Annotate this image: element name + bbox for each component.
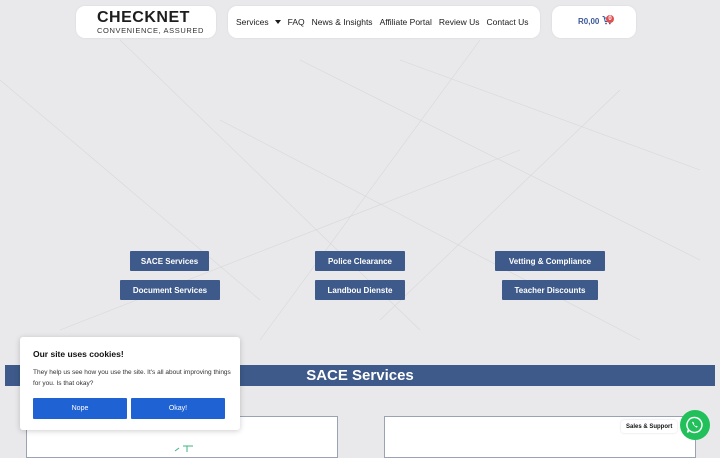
chevron-down-icon[interactable] [274,20,281,24]
landbou-dienste-button[interactable]: Landbou Dienste [315,280,405,300]
police-clearance-button[interactable]: Police Clearance [315,251,405,271]
nav-review-us[interactable]: Review Us [439,17,480,27]
main-nav: Services FAQ News & Insights Affiliate P… [228,6,540,38]
vetting-compliance-button[interactable]: Vetting & Compliance [495,251,605,271]
cart-total: R0,00 [578,17,600,26]
document-services-button[interactable]: Document Services [120,280,220,300]
nav-faq[interactable]: FAQ [288,17,305,27]
nav-contact-us[interactable]: Contact Us [486,17,528,27]
whatsapp-label[interactable]: Sales & Support [621,420,678,433]
sace-services-button[interactable]: SACE Services [130,251,209,271]
logo[interactable]: CHECKNET CONVENIENCE, ASSURED [76,6,216,38]
cookie-text: They help us see how you use the site. I… [33,369,231,387]
cookie-okay-button[interactable]: Okay! [131,398,225,419]
cart-button[interactable]: R0,00 0 [552,6,636,38]
card-illustration-icon [174,445,193,452]
whatsapp-button[interactable] [680,410,710,440]
cart-count-badge: 0 [606,15,614,23]
teacher-discounts-button[interactable]: Teacher Discounts [502,280,598,300]
nav-affiliate-portal[interactable]: Affiliate Portal [380,17,432,27]
nav-news-insights[interactable]: News & Insights [312,17,373,27]
cookie-banner: Our site uses cookies! They help us see … [20,337,240,430]
cookie-title: Our site uses cookies! [33,349,124,359]
cookie-nope-button[interactable]: Nope [33,398,127,419]
whatsapp-icon [686,416,703,434]
logo-tagline: CONVENIENCE, ASSURED [97,26,205,35]
logo-text: CHECKNET [97,9,190,26]
nav-services[interactable]: Services [236,17,281,27]
nav-services-label: Services [236,17,269,27]
